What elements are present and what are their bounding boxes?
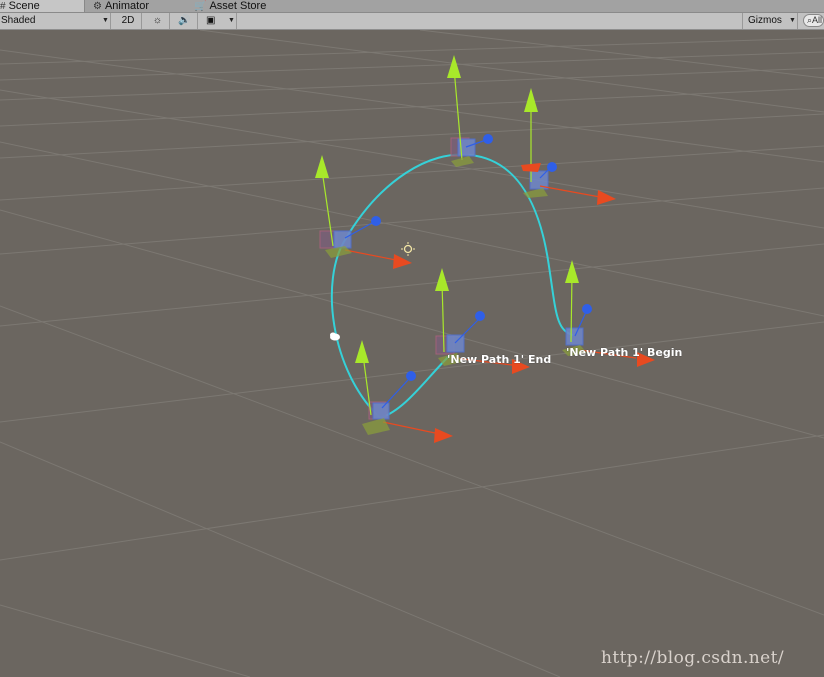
light-gizmo-icon[interactable] bbox=[401, 242, 415, 256]
shading-mode-label: Shaded bbox=[1, 15, 36, 26]
tab-asset-store[interactable]: 🛒 Asset Store bbox=[194, 0, 294, 12]
audio-toggle-button[interactable]: 🔊 bbox=[172, 13, 198, 29]
tab-asset-store-label: Asset Store bbox=[209, 0, 267, 12]
scene-icon: # bbox=[0, 1, 6, 12]
camera-gizmo-icon[interactable] bbox=[330, 332, 340, 341]
scene-search-input[interactable]: ⌕All bbox=[803, 14, 824, 27]
effects-dropdown[interactable]: ▣ ▼ bbox=[201, 13, 237, 29]
tab-animator[interactable]: ⚙ Animator bbox=[93, 0, 183, 12]
asset-store-icon: 🛒 bbox=[194, 1, 207, 12]
path-end-label: 'New Path 1' End bbox=[447, 353, 552, 366]
waypoint-gizmo-2[interactable] bbox=[521, 88, 616, 205]
toggle-2d-button[interactable]: 2D bbox=[115, 13, 142, 29]
scene-grid bbox=[0, 30, 824, 677]
scene-tab-bar: # Scene ⚙ Animator 🛒 Asset Store bbox=[0, 0, 824, 13]
tab-animator-label: Animator bbox=[104, 0, 149, 12]
waypoint-gizmo-6[interactable] bbox=[355, 340, 453, 443]
tab-scene-label: Scene bbox=[8, 0, 40, 12]
chevron-down-icon: ▼ bbox=[789, 17, 796, 24]
path-begin-label: 'New Path 1' Begin bbox=[566, 346, 683, 359]
chevron-down-icon: ▼ bbox=[228, 17, 235, 24]
toggle-2d-label: 2D bbox=[121, 15, 135, 26]
scene-viewport[interactable] bbox=[0, 30, 824, 677]
speaker-icon: 🔊 bbox=[178, 15, 191, 26]
gizmos-label: Gizmos bbox=[748, 15, 782, 26]
chevron-down-icon: ▼ bbox=[102, 17, 109, 24]
watermark-text: http://blog.csdn.net/ bbox=[601, 648, 784, 668]
shading-mode-dropdown[interactable]: Shaded ▼ bbox=[0, 13, 111, 29]
waypoint-gizmo-1[interactable] bbox=[447, 55, 493, 167]
gizmos-dropdown[interactable]: Gizmos ▼ bbox=[742, 13, 798, 29]
lighting-toggle-button[interactable]: ☼ bbox=[146, 13, 170, 29]
sun-icon: ☼ bbox=[152, 15, 163, 26]
search-placeholder: All bbox=[812, 15, 823, 25]
animator-icon: ⚙ bbox=[93, 1, 102, 12]
image-icon: ▣ bbox=[206, 15, 216, 26]
tab-scene[interactable]: # Scene bbox=[0, 0, 85, 12]
scene-toolbar: Shaded ▼ 2D ☼ 🔊 ▣ ▼ Gizmos ▼ ⌕All bbox=[0, 13, 824, 30]
